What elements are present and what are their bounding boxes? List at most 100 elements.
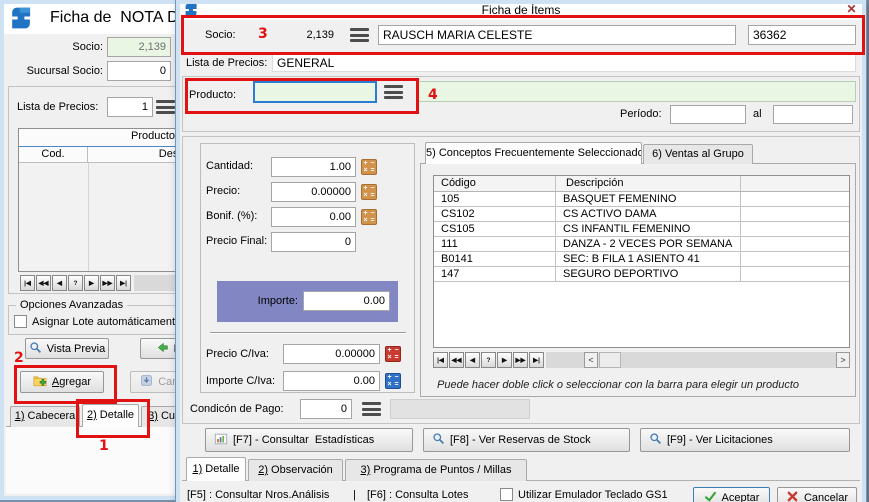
- scroll-thumb[interactable]: [599, 352, 621, 368]
- agregar-label: Agregar: [52, 376, 91, 388]
- col-header-codigo: Código: [434, 176, 556, 191]
- emulador-gs1-checkbox[interactable]: [500, 488, 513, 501]
- lista-precios-field[interactable]: 1: [107, 97, 153, 117]
- precio-iva-calc-icon[interactable]: +−×=: [385, 346, 401, 362]
- aceptar-button[interactable]: Aceptar: [693, 487, 770, 502]
- f6-consulta-lotes-link[interactable]: [F6] : Consulta Lotes: [367, 489, 469, 501]
- periodo-from-field[interactable]: [670, 105, 746, 124]
- producto-label: Producto:: [189, 89, 236, 101]
- magnifier-icon: [649, 432, 662, 448]
- cell-desc: SEC: B FILA 1 ASIENTO 41: [556, 252, 741, 266]
- magnifier-icon: [29, 341, 42, 357]
- sucursal-socio-field[interactable]: 0: [107, 61, 171, 81]
- check-icon: [704, 490, 717, 502]
- cancelar-label: Cancelar: [804, 492, 848, 502]
- f8-ver-reservas-button[interactable]: [F8] - Ver Reservas de Stock: [423, 428, 630, 452]
- condicion-pago-field[interactable]: 0: [300, 399, 352, 419]
- cancelar-button[interactable]: Cancelar: [777, 487, 857, 502]
- vista-previa-button[interactable]: Vista Previa: [25, 338, 109, 359]
- dialog-lista-precios-label: Lista de Precios:: [186, 57, 267, 69]
- annotation-number-4: 4: [428, 87, 438, 103]
- nav-next-page-button[interactable]: ▶▶: [513, 352, 528, 368]
- bonif-calc-icon[interactable]: +−×=: [361, 209, 377, 225]
- bonif-field[interactable]: 0.00: [271, 207, 356, 227]
- producto-menu-icon[interactable]: [384, 85, 403, 99]
- condicion-pago-label: Condicón de Pago:: [190, 403, 284, 415]
- nav-help-button[interactable]: ?: [481, 352, 496, 368]
- socio-code-field[interactable]: 36362: [748, 25, 856, 45]
- col-header-descripcion: Descripción: [556, 176, 741, 191]
- scroll-right-button[interactable]: >: [836, 352, 850, 368]
- nav-next-page-button[interactable]: ▶▶: [100, 275, 115, 291]
- nav-next-button[interactable]: ▶: [84, 275, 99, 291]
- nav-prev-button[interactable]: ◀: [465, 352, 480, 368]
- annotation-number-3: 3: [258, 26, 268, 42]
- table-row[interactable]: CS102CS ACTIVO DAMA: [434, 207, 849, 222]
- socio-name-field[interactable]: RAUSCH MARIA CELESTE: [378, 25, 736, 45]
- socio-field[interactable]: 2,139: [107, 37, 171, 57]
- lista-precios-menu-icon[interactable]: [156, 100, 175, 114]
- socio-menu-icon[interactable]: [350, 28, 369, 42]
- conceptos-header-row: Código Descripción: [434, 176, 849, 192]
- precio-iva-field[interactable]: 0.00000: [283, 344, 380, 364]
- close-icon[interactable]: ✕: [843, 1, 860, 17]
- tab-detalle-left[interactable]: 2) Detalle: [82, 404, 139, 427]
- importe-iva-calc-icon[interactable]: +−×=: [385, 373, 401, 389]
- app-logo-icon: [8, 5, 34, 34]
- agregar-button[interactable]: Agregar: [20, 371, 104, 393]
- nav-prev-button[interactable]: ◀: [52, 275, 67, 291]
- cell-blank: [741, 222, 849, 236]
- tab-observacion[interactable]: 2) Observación: [248, 459, 343, 481]
- f9-ver-licitaciones-button[interactable]: [F9] - Ver Licitaciones: [640, 428, 850, 452]
- grid-column-divider: [88, 163, 89, 271]
- aceptar-label: Aceptar: [722, 492, 760, 502]
- nav-first-button[interactable]: |◀: [20, 275, 35, 291]
- periodo-label: Período:: [620, 108, 662, 120]
- producto-grid-nav: |◀ ◀◀ ◀ ? ▶ ▶▶ ▶|: [20, 275, 131, 291]
- precio-final-field[interactable]: 0: [271, 232, 356, 252]
- f7-consultar-estadisticas-button[interactable]: [F7] - Consultar Estadísticas: [205, 428, 413, 452]
- importe-iva-field[interactable]: 0.00: [283, 371, 380, 391]
- nav-last-button[interactable]: ▶|: [529, 352, 544, 368]
- nav-help-button[interactable]: ?: [68, 275, 83, 291]
- precio-field[interactable]: 0.00000: [271, 182, 356, 202]
- nav-prev-page-button[interactable]: ◀◀: [449, 352, 464, 368]
- table-row[interactable]: B0141SEC: B FILA 1 ASIENTO 41: [434, 252, 849, 267]
- producto-input[interactable]: [253, 81, 377, 103]
- precio-label: Precio:: [206, 185, 240, 197]
- cantidad-calc-icon[interactable]: +−×=: [361, 159, 377, 175]
- precio-calc-icon[interactable]: +−×=: [361, 184, 377, 200]
- condicion-pago-menu-icon[interactable]: [362, 402, 381, 416]
- asignar-lote-checkbox[interactable]: [14, 315, 27, 328]
- cantidad-field[interactable]: 1.00: [271, 157, 356, 177]
- f8-label: [F8] - Ver Reservas de Stock: [450, 434, 591, 446]
- tab-programa-puntos[interactable]: 3) Programa de Puntos / Millas: [345, 459, 527, 481]
- nav-last-button[interactable]: ▶|: [116, 275, 131, 291]
- table-row[interactable]: 111DANZA - 2 VECES POR SEMANA: [434, 237, 849, 252]
- cell-blank: [741, 267, 849, 281]
- dialog-lista-precios-field: GENERAL: [272, 53, 856, 72]
- cell-code: 105: [434, 192, 556, 206]
- table-row[interactable]: 147SEGURO DEPORTIVO: [434, 267, 849, 282]
- tab-cabecera[interactable]: 1) Cabecera: [10, 406, 80, 427]
- tab-detalle-dialog[interactable]: 1) Detalle: [186, 457, 246, 481]
- nav-first-button[interactable]: |◀: [433, 352, 448, 368]
- scroll-left-button[interactable]: <: [584, 352, 598, 368]
- emulador-gs1-label: Utilizar Emulador Teclado GS1: [518, 489, 668, 501]
- magnifier-icon: [432, 432, 445, 448]
- table-row[interactable]: CS105CS INFANTIL FEMENINO: [434, 222, 849, 237]
- import-arrow-icon: [156, 341, 169, 357]
- periodo-to-field[interactable]: [773, 105, 853, 124]
- precio-final-label: Precio Final:: [206, 235, 267, 247]
- conceptos-table[interactable]: Código Descripción 105BASQUET FEMENINO C…: [433, 175, 850, 348]
- importe-field[interactable]: 0.00: [303, 291, 390, 311]
- nav-next-button[interactable]: ▶: [497, 352, 512, 368]
- f5-consultar-nros-analisis-link[interactable]: [F5] : Consultar Nros.Análisis: [187, 489, 329, 501]
- tab-ventas-al-grupo[interactable]: 6) Ventas al Grupo: [643, 144, 753, 164]
- tab-conceptos-frecuentes[interactable]: 5) Conceptos Frecuentemente Seleccionado…: [425, 142, 642, 164]
- cell-code: 147: [434, 267, 556, 281]
- ficha-items-dialog: Ficha de Ítems ✕ Socio: 2,139 RAUSCH MAR…: [176, 0, 866, 502]
- table-row[interactable]: 105BASQUET FEMENINO: [434, 192, 849, 207]
- nav-prev-page-button[interactable]: ◀◀: [36, 275, 51, 291]
- cell-desc: CS INFANTIL FEMENINO: [556, 222, 741, 236]
